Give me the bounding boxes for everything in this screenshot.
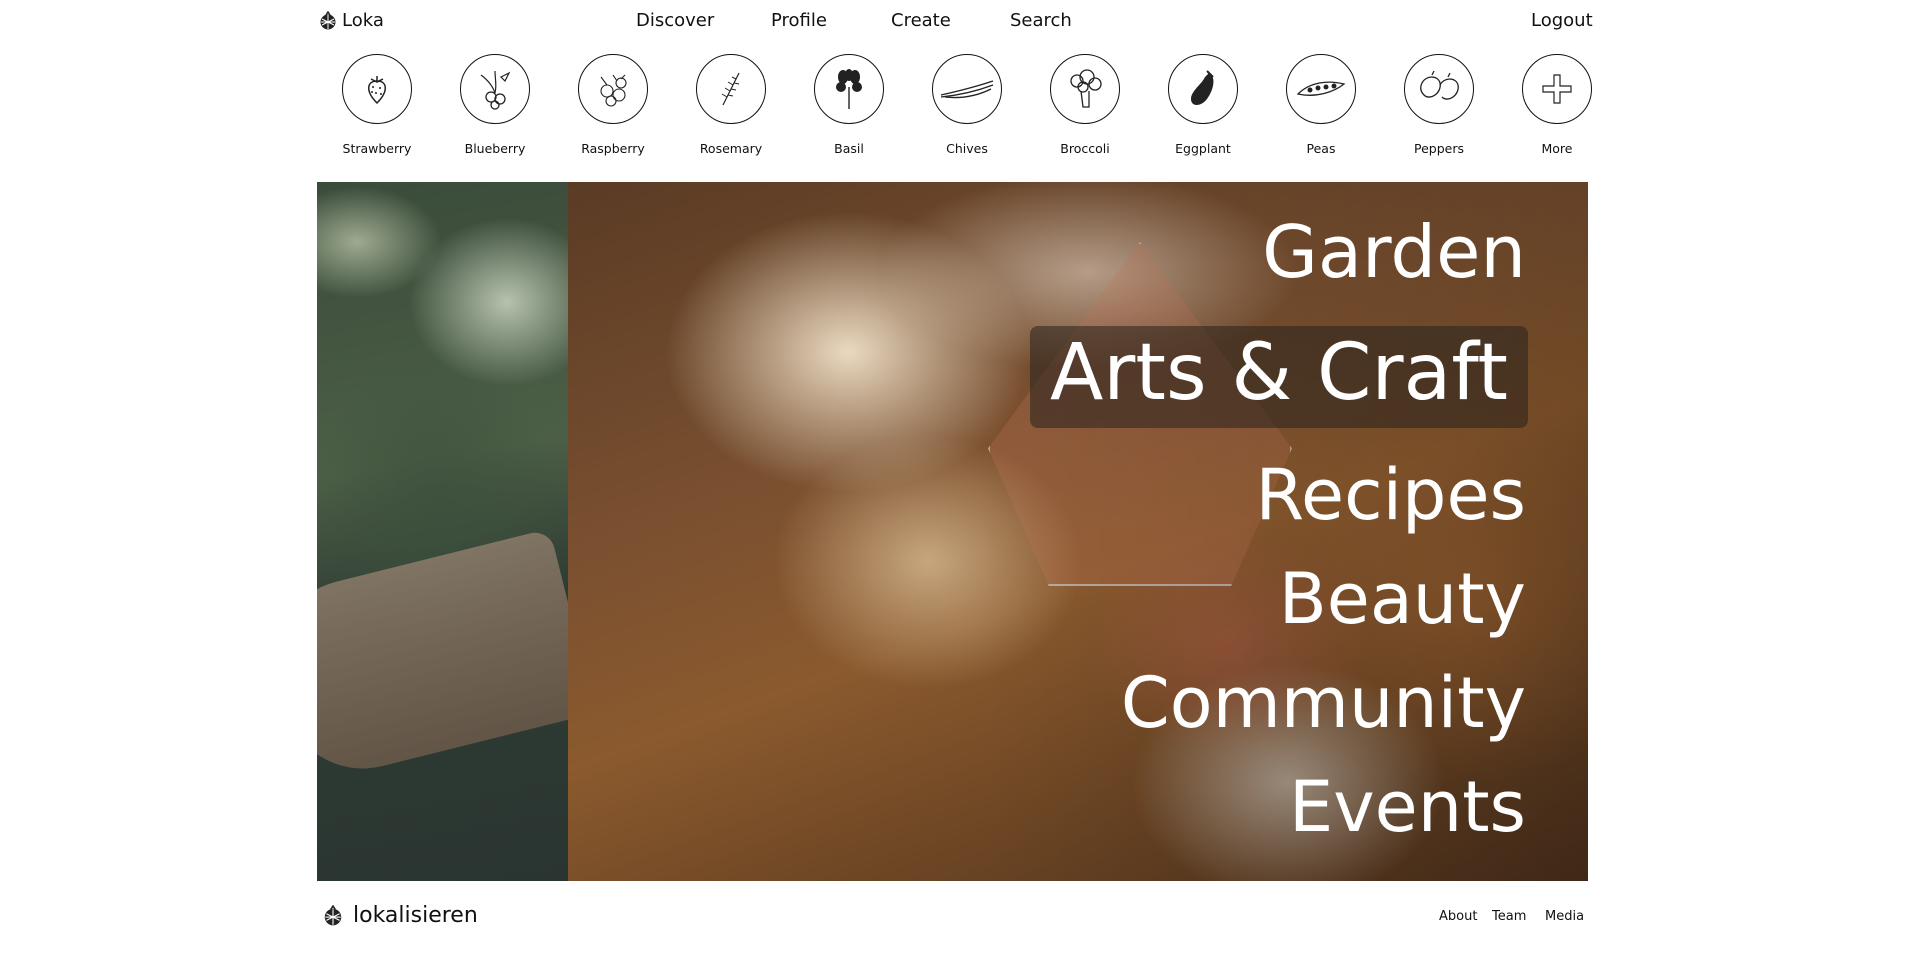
logout-link[interactable]: Logout bbox=[1531, 10, 1593, 31]
category-label: Strawberry bbox=[342, 141, 412, 156]
category-strawberry[interactable]: Strawberry bbox=[318, 54, 436, 156]
peas-icon bbox=[1286, 54, 1356, 124]
category-label: Chives bbox=[946, 141, 988, 156]
peppers-icon bbox=[1404, 54, 1474, 124]
hero-banner: Garden Arts & Craft Recipes Beauty Commu… bbox=[317, 182, 1588, 881]
nav-search[interactable]: Search bbox=[1010, 10, 1072, 31]
category-peppers[interactable]: Peppers bbox=[1380, 54, 1498, 156]
category-label: Peas bbox=[1306, 141, 1336, 156]
raspberry-logo-icon bbox=[324, 904, 342, 925]
nav-create[interactable]: Create bbox=[891, 10, 951, 31]
footer-link-about[interactable]: About bbox=[1439, 909, 1477, 924]
category-label: Peppers bbox=[1414, 141, 1464, 156]
menu-recipes[interactable]: Recipes bbox=[1256, 460, 1526, 530]
category-label: Eggplant bbox=[1175, 141, 1231, 156]
basil-icon bbox=[814, 54, 884, 124]
category-eggplant[interactable]: Eggplant bbox=[1144, 54, 1262, 156]
category-rosemary[interactable]: Rosemary bbox=[672, 54, 790, 156]
nav-discover[interactable]: Discover bbox=[636, 10, 714, 31]
menu-beauty[interactable]: Beauty bbox=[1279, 564, 1526, 634]
eggplant-icon bbox=[1168, 54, 1238, 124]
footer-brand[interactable]: lokalisieren bbox=[322, 903, 478, 928]
category-label: More bbox=[1541, 141, 1573, 156]
category-broccoli[interactable]: Broccoli bbox=[1026, 54, 1144, 156]
hero-menu: Garden Arts & Craft Recipes Beauty Commu… bbox=[966, 182, 1528, 881]
category-more[interactable]: More bbox=[1498, 54, 1616, 156]
nav-profile[interactable]: Profile bbox=[771, 10, 827, 31]
brand-name: Loka bbox=[342, 10, 384, 31]
menu-garden[interactable]: Garden bbox=[1262, 216, 1526, 288]
footer-link-team[interactable]: Team bbox=[1492, 909, 1526, 924]
category-label: Blueberry bbox=[464, 141, 526, 156]
menu-events[interactable]: Events bbox=[1289, 772, 1526, 842]
blueberry-icon bbox=[460, 54, 530, 124]
plus-icon bbox=[1522, 54, 1592, 124]
category-peas[interactable]: Peas bbox=[1262, 54, 1380, 156]
rosemary-icon bbox=[696, 54, 766, 124]
raspberry-icon bbox=[578, 54, 648, 124]
category-basil[interactable]: Basil bbox=[790, 54, 908, 156]
category-blueberry[interactable]: Blueberry bbox=[436, 54, 554, 156]
footer-link-media[interactable]: Media bbox=[1545, 909, 1584, 924]
page: Loka Discover Profile Create Search Logo… bbox=[0, 0, 1906, 954]
footer-brand-name: lokalisieren bbox=[353, 903, 478, 928]
broccoli-icon bbox=[1050, 54, 1120, 124]
category-label: Raspberry bbox=[581, 141, 645, 156]
category-raspberry[interactable]: Raspberry bbox=[554, 54, 672, 156]
category-label: Broccoli bbox=[1060, 141, 1110, 156]
category-bar: Strawberry Blueberry Raspberry Rosemary … bbox=[318, 54, 1592, 164]
brand-link[interactable]: Loka bbox=[318, 10, 384, 31]
menu-community[interactable]: Community bbox=[1121, 668, 1526, 738]
raspberry-logo-icon bbox=[320, 10, 336, 29]
category-label: Rosemary bbox=[699, 141, 763, 156]
chives-icon bbox=[932, 54, 1002, 124]
strawberry-icon bbox=[342, 54, 412, 124]
category-chives[interactable]: Chives bbox=[908, 54, 1026, 156]
menu-arts-craft[interactable]: Arts & Craft bbox=[1029, 326, 1528, 428]
hero-side-photo bbox=[317, 182, 596, 881]
category-label: Basil bbox=[834, 141, 864, 156]
